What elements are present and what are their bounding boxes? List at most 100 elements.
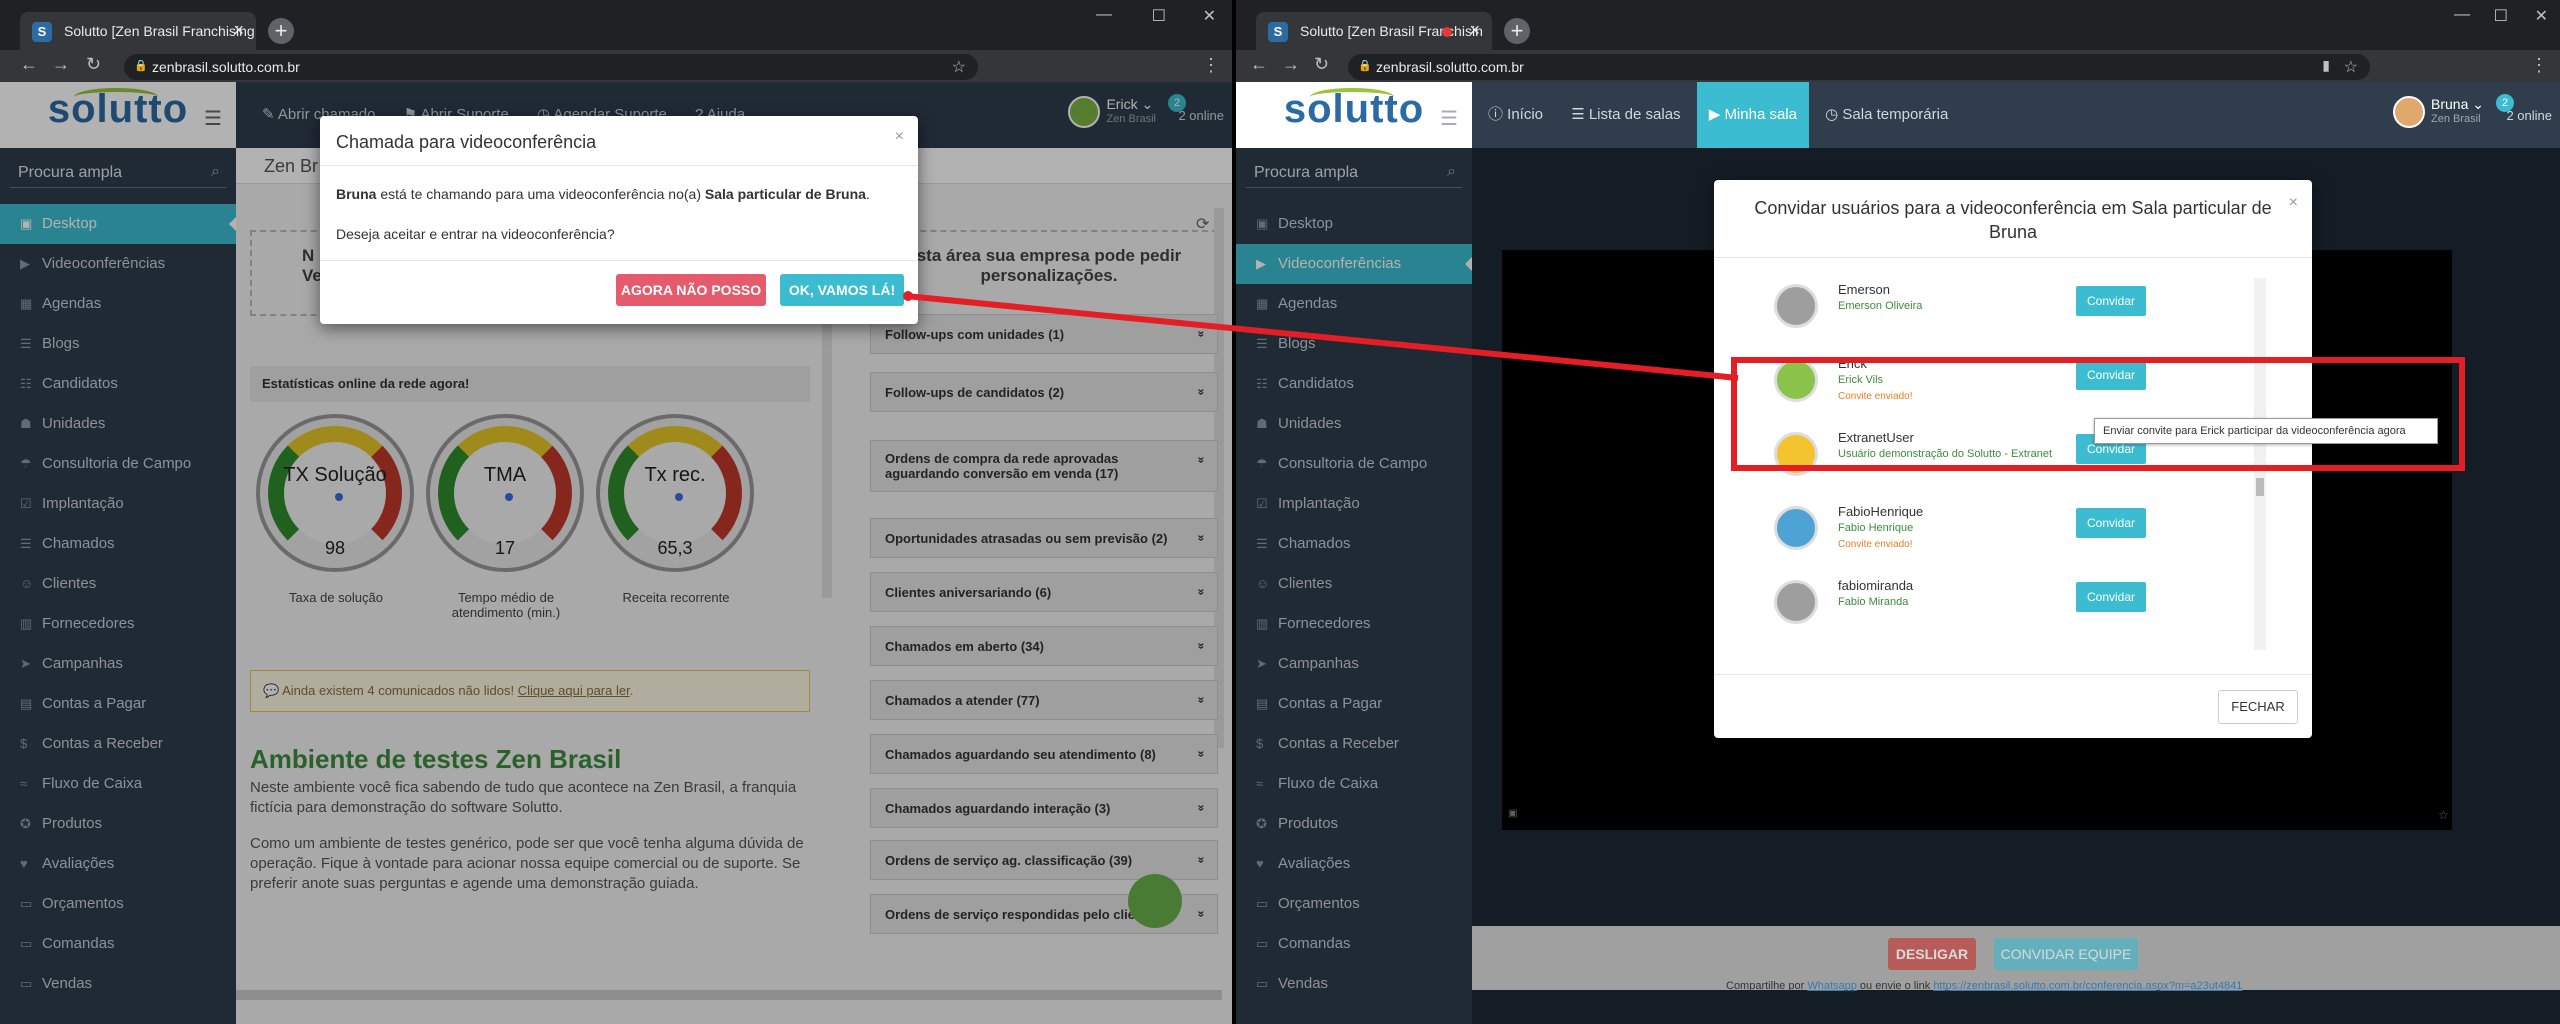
call-question: Deseja aceitar e entrar na videoconferên… (336, 226, 615, 242)
browser-menu-icon[interactable]: ⋮ (1202, 55, 1220, 76)
address-bar-row: ← → ↻ 🔒 zenbrasil.solutto.com.br ▮ ☆ ⋮ (1236, 50, 2560, 82)
nav-room-list-label: Lista de salas (1588, 106, 1681, 123)
modal-divider (320, 260, 918, 261)
close-icon[interactable]: × (2289, 194, 2298, 212)
lock-icon: 🔒 (134, 60, 148, 72)
user-fullname: Usuário demonstração do Solutto - Extran… (1838, 448, 2053, 460)
modal-title: Convidar usuários para a videoconferênci… (1714, 180, 2312, 258)
address-bar[interactable]: 🔒 zenbrasil.solutto.com.br ☆ (124, 54, 978, 80)
user-name: ExtranetUser (1838, 430, 1914, 445)
share-mid: ou envie o link (1859, 980, 1931, 992)
new-tab-button[interactable]: + (1504, 18, 1530, 44)
maximize-icon[interactable]: ☐ (2494, 6, 2508, 26)
recording-icon (1442, 27, 1452, 37)
call-message-mid: está te chamando para uma videoconferênc… (380, 186, 701, 202)
close-tab-icon[interactable]: × (1469, 20, 1480, 41)
address-bar[interactable]: 🔒 zenbrasil.solutto.com.br ▮ ☆ (1348, 54, 2370, 80)
solutto-favicon-icon: S (32, 22, 52, 42)
avatar (1774, 506, 1818, 550)
list-item: FabioHenrique Fabio Henrique Convite envia… (1774, 496, 2252, 568)
share-line: Compartilhe por Whatsapp ou envie o link… (1726, 980, 2242, 992)
minimize-icon[interactable]: — (2454, 6, 2470, 24)
reload-icon[interactable]: ↻ (1314, 54, 1329, 75)
invite-team-button[interactable]: CONVIDAR EQUIPE (1994, 938, 2138, 970)
accept-button[interactable]: OK, VAMOS LÁ! (780, 274, 904, 306)
close-icon[interactable]: × (895, 128, 904, 146)
new-tab-button[interactable]: + (268, 18, 294, 44)
user-org: Zen Brasil (2431, 113, 2481, 125)
nav-my-room-label: Minha sala (1724, 106, 1797, 123)
camera-icon[interactable]: ▮ (2322, 57, 2330, 74)
browser-menu-icon[interactable]: ⋮ (2530, 55, 2548, 76)
tab-strip: S Solutto [Zen Brasil Franchisin × + — ☐… (1236, 0, 2560, 56)
invite-sent-status: Convite enviado! (1838, 391, 1913, 402)
user-menu[interactable]: Bruna ⌄ Zen Brasil (2393, 96, 2484, 128)
url-text: zenbrasil.solutto.com.br (152, 59, 300, 75)
whatsapp-link[interactable]: Whatsapp (1807, 980, 1857, 992)
nav-my-room[interactable]: ▶ Minha sala (1696, 82, 1809, 148)
hangup-button[interactable]: DESLIGAR (1888, 938, 1976, 970)
browser-tab[interactable]: S Solutto [Zen Brasil Franchisin × (1256, 12, 1492, 50)
top-navigation: solutto ☰ ⓘ Início ☰ Lista de salas ▶ Mi… (1236, 82, 2560, 148)
nav-temp-room-label: Sala temporária (1842, 106, 1949, 123)
nav-links: ⓘ Início ☰ Lista de salas ▶ Minha sala ◷… (1476, 82, 1960, 148)
invite-button[interactable]: Convidar (2076, 582, 2146, 612)
url-text: zenbrasil.solutto.com.br (1376, 59, 1524, 75)
lock-icon: 🔒 (1358, 60, 1372, 72)
modal-divider (1714, 674, 2312, 675)
solutto-favicon-icon: S (1268, 22, 1288, 42)
avatar (1774, 580, 1818, 624)
invite-tooltip: Enviar convite para Erick participar da … (2094, 418, 2438, 444)
avatar (1774, 284, 1818, 328)
maximize-icon[interactable]: ☐ (1152, 6, 1166, 26)
user-name: FabioHenrique (1838, 504, 1924, 519)
right-browser-window: S Solutto [Zen Brasil Franchisin × + — ☐… (1236, 0, 2560, 1024)
address-bar-row: ← → ↻ 🔒 zenbrasil.solutto.com.br ☆ ⋮ (0, 50, 1232, 82)
back-icon[interactable]: ← (1250, 54, 1268, 75)
forward-icon[interactable]: → (1282, 54, 1300, 75)
tab-strip: S Solutto [Zen Brasil Franchising × + — … (0, 0, 1232, 56)
avatar (1774, 358, 1818, 402)
conference-link[interactable]: https://zenbrasil.solutto.com.br/confere… (1933, 980, 2242, 992)
invite-button[interactable]: Convidar (2076, 360, 2146, 390)
invite-button[interactable]: Convidar (2076, 286, 2146, 316)
avatar (1774, 432, 1818, 476)
close-window-icon[interactable]: ✕ (2535, 6, 2548, 26)
left-browser-window: S Solutto [Zen Brasil Franchising × + — … (0, 0, 1232, 1024)
tab-title: Solutto [Zen Brasil Franchising (64, 23, 255, 39)
caller-name: Bruna (336, 186, 377, 202)
user-fullname: Fabio Miranda (1838, 596, 1909, 608)
bookmark-star-icon[interactable]: ☆ (952, 57, 966, 77)
decline-button[interactable]: AGORA NÃO POSSO (616, 274, 766, 306)
minimize-icon[interactable]: — (1096, 6, 1112, 24)
user-fullname: Fabio Henrique (1838, 522, 1914, 534)
scrollbar-thumb[interactable] (2256, 478, 2264, 496)
nav-temp-room[interactable]: ◷ Sala temporária (1813, 82, 1960, 148)
hamburger-icon[interactable]: ☰ (1440, 106, 1458, 131)
close-modal-button[interactable]: FECHAR (2218, 690, 2298, 724)
user-list: Emerson Emerson Oliveira Convidar Erick Eric… (1714, 284, 2312, 640)
bookmark-star-icon[interactable]: ☆ (2344, 57, 2358, 77)
solutto-logo[interactable]: solutto (1236, 82, 1472, 148)
nav-room-list[interactable]: ☰ Lista de salas (1559, 82, 1692, 148)
call-message: Bruna está te chamando para uma videocon… (336, 186, 870, 202)
user-name: Erick (1838, 356, 1867, 371)
nav-home-label: Início (1507, 106, 1544, 123)
user-fullname: Erick Vils (1838, 374, 1884, 386)
back-icon[interactable]: ← (20, 54, 38, 75)
incoming-call-modal: Chamada para videoconferência × Bruna es… (320, 116, 918, 324)
nav-home[interactable]: ⓘ Início (1476, 82, 1555, 148)
room-name: Sala particular de Bruna (704, 186, 866, 202)
modal-title: Chamada para videoconferência (320, 116, 918, 166)
invite-users-modal: Convidar usuários para a videoconferênci… (1714, 180, 2312, 738)
close-tab-icon[interactable]: × (233, 20, 244, 41)
invite-button[interactable]: Convidar (2076, 508, 2146, 538)
list-scrollbar[interactable] (2254, 278, 2266, 650)
forward-icon[interactable]: → (52, 54, 70, 75)
invite-sent-status: Convite enviado! (1838, 539, 1913, 550)
tab-title: Solutto [Zen Brasil Franchisin (1300, 23, 1483, 39)
browser-tab[interactable]: S Solutto [Zen Brasil Franchising × (20, 12, 256, 50)
reload-icon[interactable]: ↻ (86, 54, 101, 75)
online-count[interactable]: 2 online (2506, 108, 2552, 123)
close-window-icon[interactable]: ✕ (1203, 6, 1216, 26)
